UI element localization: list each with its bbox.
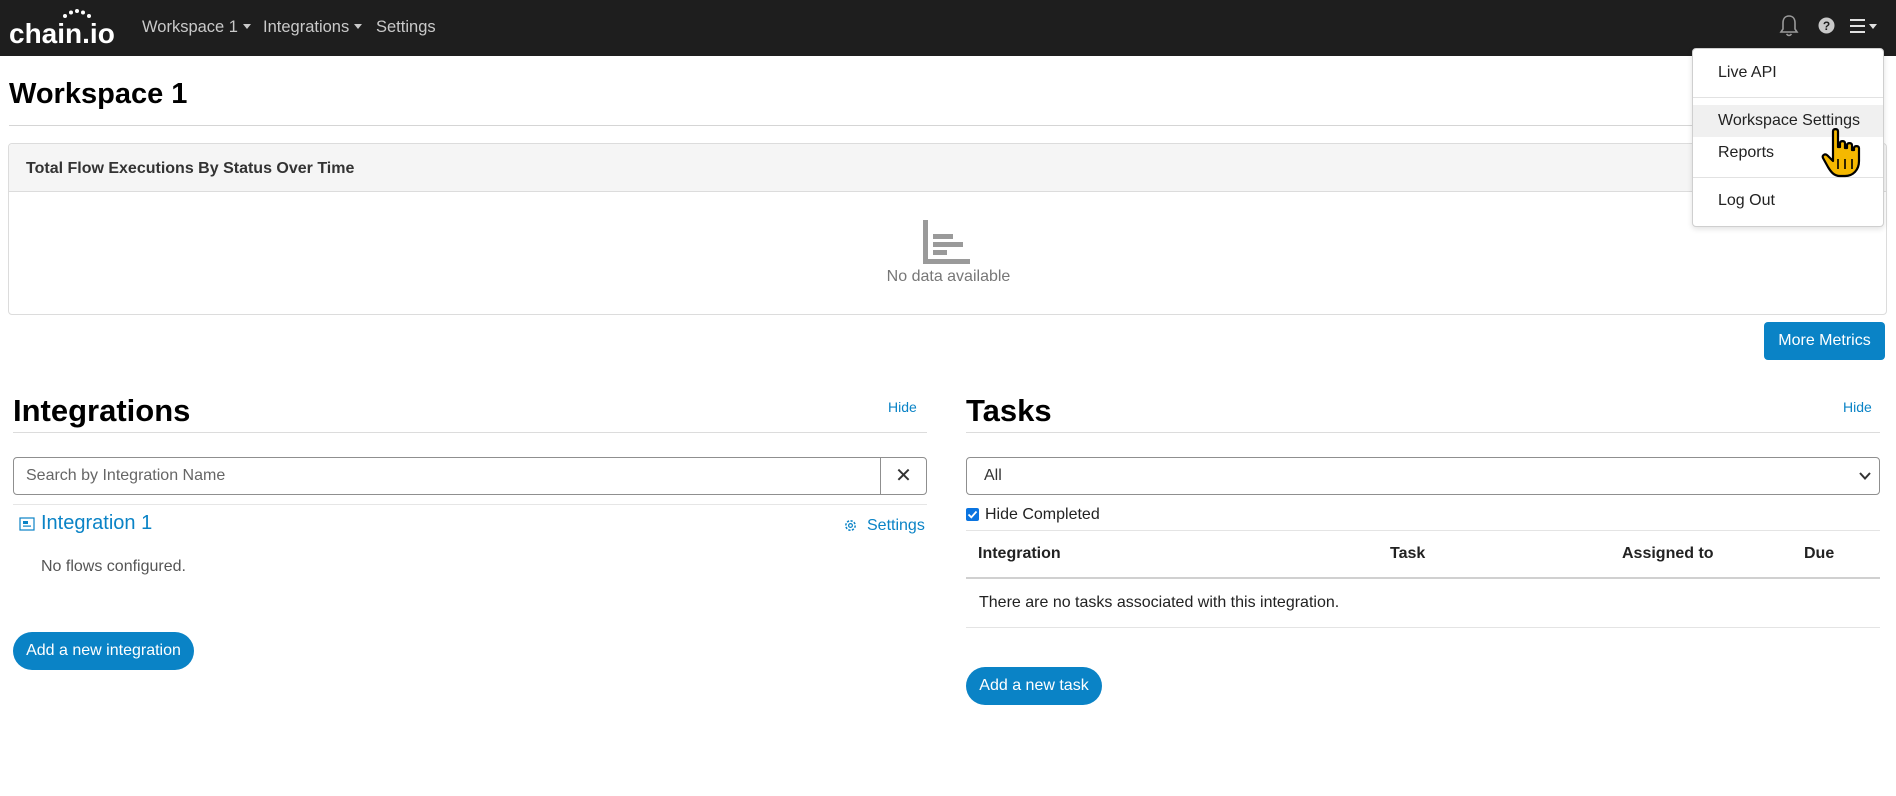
integration-name-link[interactable]: Integration 1 bbox=[41, 512, 152, 535]
hide-integrations-link[interactable]: Hide bbox=[888, 399, 917, 415]
tasks-heading: Tasks bbox=[966, 393, 1052, 428]
integration-settings-link[interactable]: Settings bbox=[843, 517, 925, 535]
tasks-table-header-border bbox=[966, 577, 1880, 579]
caret-down-icon bbox=[243, 24, 251, 29]
caret-down-icon bbox=[354, 24, 363, 29]
checkmark-icon bbox=[967, 510, 978, 519]
help-icon[interactable]: ? bbox=[1818, 17, 1835, 34]
tasks-table-top-border bbox=[966, 530, 1880, 531]
integration-settings-label: Settings bbox=[867, 517, 925, 534]
chevron-down-icon bbox=[1859, 472, 1871, 480]
hamburger-menu-icon[interactable] bbox=[1850, 18, 1878, 34]
card-header: Total Flow Executions By Status Over Tim… bbox=[9, 144, 1886, 192]
flow-executions-card: Total Flow Executions By Status Over Tim… bbox=[8, 143, 1887, 315]
clear-search-button[interactable]: ✕ bbox=[880, 458, 926, 494]
bar-chart-icon bbox=[923, 220, 970, 264]
page-title: Workspace 1 bbox=[9, 78, 188, 110]
search-divider bbox=[13, 504, 927, 505]
tasks-table-bottom-border bbox=[966, 627, 1880, 628]
add-integration-button[interactable]: Add a new integration bbox=[13, 632, 194, 670]
top-navbar: chain.io Workspace 1 Integrations Settin… bbox=[0, 0, 1896, 56]
integration-icon bbox=[19, 517, 35, 531]
menu-item-log-out[interactable]: Log Out bbox=[1693, 185, 1883, 217]
integration-search-input[interactable] bbox=[14, 458, 882, 494]
card-title: Total Flow Executions By Status Over Tim… bbox=[26, 160, 355, 177]
task-filter-select[interactable]: All bbox=[966, 457, 1880, 495]
svg-text:?: ? bbox=[1823, 19, 1830, 33]
hide-completed-checkbox[interactable] bbox=[966, 508, 979, 521]
task-filter-value: All bbox=[984, 467, 1002, 484]
gear-icon bbox=[845, 520, 856, 531]
nav-settings-link[interactable]: Settings bbox=[376, 17, 436, 37]
hide-completed-label: Hide Completed bbox=[985, 506, 1100, 523]
menu-item-live-api[interactable]: Live API bbox=[1693, 57, 1883, 89]
add-task-button[interactable]: Add a new task bbox=[966, 667, 1102, 705]
bell-icon[interactable] bbox=[1779, 14, 1799, 38]
column-header-due: Due bbox=[1804, 545, 1835, 562]
title-divider bbox=[9, 125, 1879, 126]
integrations-divider bbox=[13, 432, 927, 433]
no-flows-text: No flows configured. bbox=[41, 558, 186, 575]
column-header-integration: Integration bbox=[978, 545, 1061, 562]
workspace-dropdown[interactable]: Workspace 1 bbox=[142, 17, 251, 37]
integration-search-group: ✕ bbox=[13, 457, 927, 495]
menu-divider bbox=[1693, 97, 1883, 98]
integrations-heading: Integrations bbox=[13, 393, 191, 428]
no-tasks-text: There are no tasks associated with this … bbox=[979, 594, 1340, 611]
hide-tasks-link[interactable]: Hide bbox=[1843, 399, 1872, 415]
integrations-dropdown-label: Integrations bbox=[263, 18, 350, 36]
more-metrics-button[interactable]: More Metrics bbox=[1764, 322, 1885, 360]
column-header-assigned-to: Assigned to bbox=[1622, 545, 1714, 562]
logo-text: chain.io bbox=[9, 18, 115, 49]
pointer-hand-cursor-icon bbox=[1821, 128, 1861, 178]
tasks-divider bbox=[966, 432, 1880, 433]
integrations-dropdown[interactable]: Integrations bbox=[263, 17, 363, 37]
nav-settings-label: Settings bbox=[376, 18, 436, 36]
no-data-text: No data available bbox=[886, 268, 1011, 285]
workspace-dropdown-label: Workspace 1 bbox=[142, 18, 238, 36]
chainio-logo[interactable]: chain.io bbox=[9, 9, 115, 49]
column-header-task: Task bbox=[1390, 545, 1426, 562]
